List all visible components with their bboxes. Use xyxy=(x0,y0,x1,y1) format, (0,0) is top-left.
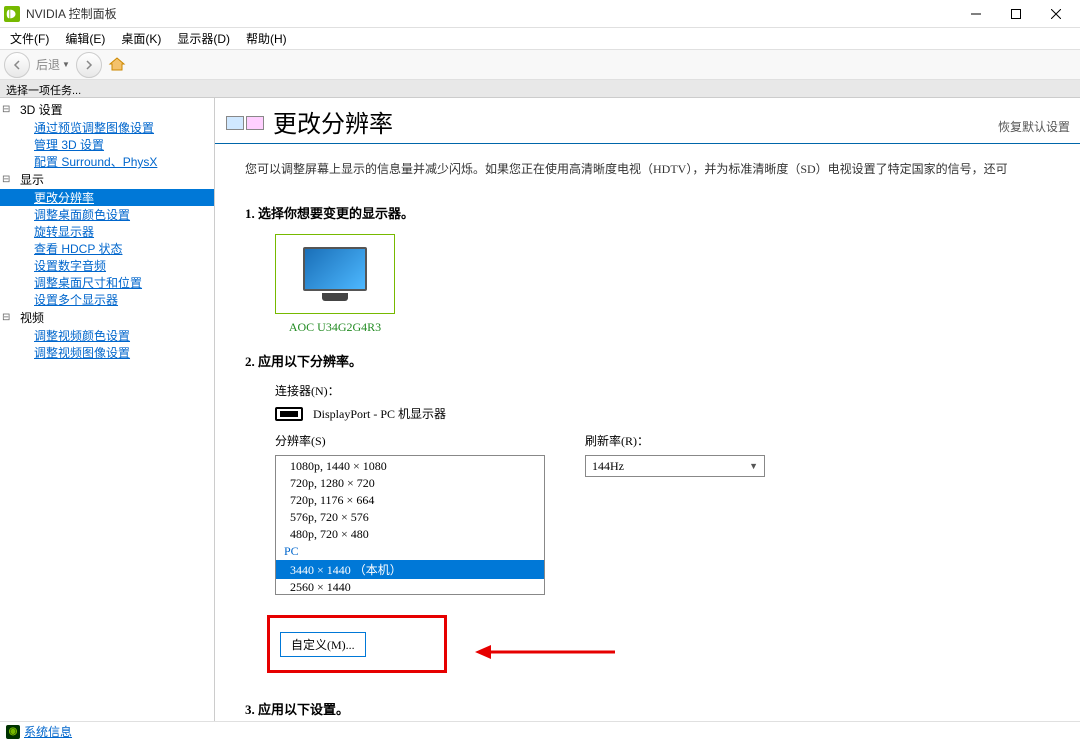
resolution-item[interactable]: 2560 × 1440 xyxy=(276,579,544,595)
task-header: 选择一项任务... xyxy=(0,80,1080,98)
resolution-item[interactable]: 720p, 1176 × 664 xyxy=(276,492,544,509)
tree-group-label: 显示 xyxy=(20,171,44,188)
annotation-highlight-box: 自定义(M)... xyxy=(267,615,447,673)
window-title: NVIDIA 控制面板 xyxy=(26,5,956,22)
close-button[interactable] xyxy=(1036,1,1076,27)
resolution-category: PC xyxy=(276,543,544,560)
sidebar-item-hdcp-status[interactable]: 查看 HDCP 状态 xyxy=(0,240,214,257)
resolution-item[interactable]: 1080p, 1440 × 1080 xyxy=(276,458,544,475)
resolution-item-selected[interactable]: 3440 × 1440 （本机） xyxy=(276,560,544,579)
connector-value: DisplayPort - PC 机显示器 xyxy=(313,405,446,422)
expand-toggle-icon[interactable]: ⊟ xyxy=(2,104,12,115)
page-header-icon xyxy=(225,107,265,139)
step2-title: 2. 应用以下分辨率。 xyxy=(245,351,1060,370)
tree-group-video[interactable]: ⊟ 视频 xyxy=(0,308,214,327)
sidebar-item-video-color[interactable]: 调整视频颜色设置 xyxy=(0,327,214,344)
page-header: 更改分辨率 恢复默认设置 xyxy=(215,98,1080,144)
expand-toggle-icon[interactable]: ⊟ xyxy=(2,174,12,185)
restore-defaults-link[interactable]: 恢复默认设置 xyxy=(998,118,1070,139)
menu-help[interactable]: 帮助(H) xyxy=(238,28,295,49)
sidebar-item-multi-display[interactable]: 设置多个显示器 xyxy=(0,291,214,308)
refresh-rate-select[interactable]: 144Hz ▼ xyxy=(585,455,765,477)
resolution-item[interactable]: 480p, 720 × 480 xyxy=(276,526,544,543)
statusbar: ◉ 系统信息 xyxy=(0,721,1080,741)
chevron-down-icon: ▼ xyxy=(749,461,758,471)
monitor-selector[interactable] xyxy=(275,234,395,314)
sidebar-item-desktop-size[interactable]: 调整桌面尺寸和位置 xyxy=(0,274,214,291)
step1-title: 1. 选择你想要变更的显示器。 xyxy=(245,203,1060,222)
connector-label: 连接器(N)： xyxy=(275,382,1060,399)
resolution-item[interactable]: 576p, 720 × 576 xyxy=(276,509,544,526)
resolution-label: 分辨率(S) xyxy=(275,432,545,449)
menu-desktop[interactable]: 桌面(K) xyxy=(113,28,169,49)
sidebar-item-digital-audio[interactable]: 设置数字音频 xyxy=(0,257,214,274)
back-label: 后退 xyxy=(36,56,60,73)
menu-edit[interactable]: 编辑(E) xyxy=(57,28,113,49)
annotation-arrow-icon xyxy=(475,639,615,665)
nvidia-logo-icon xyxy=(4,6,20,22)
page-title: 更改分辨率 xyxy=(273,104,998,139)
content-area: 更改分辨率 恢复默认设置 您可以调整屏幕上显示的信息量并减少闪烁。如果您正在使用… xyxy=(215,98,1080,721)
tree-group-label: 视频 xyxy=(20,309,44,326)
step3-title: 3. 应用以下设置。 xyxy=(245,699,1060,718)
home-button[interactable] xyxy=(104,52,130,78)
back-dropdown-icon[interactable]: ▼ xyxy=(62,60,70,69)
sidebar-item-change-resolution[interactable]: 更改分辨率 xyxy=(0,189,214,206)
menu-display[interactable]: 显示器(D) xyxy=(169,28,238,49)
sidebar-item-video-image[interactable]: 调整视频图像设置 xyxy=(0,344,214,361)
forward-button[interactable] xyxy=(76,52,102,78)
system-info-link[interactable]: 系统信息 xyxy=(24,723,72,740)
titlebar: NVIDIA 控制面板 xyxy=(0,0,1080,28)
tree-group-display[interactable]: ⊟ 显示 xyxy=(0,170,214,189)
menubar: 文件(F) 编辑(E) 桌面(K) 显示器(D) 帮助(H) xyxy=(0,28,1080,50)
sidebar-item-surround-physx[interactable]: 配置 Surround、PhysX xyxy=(0,153,214,170)
sidebar-item-desktop-color[interactable]: 调整桌面颜色设置 xyxy=(0,206,214,223)
resolution-listbox[interactable]: 1080p, 1440 × 1080 720p, 1280 × 720 720p… xyxy=(275,455,545,595)
sidebar: ⊟ 3D 设置 通过预览调整图像设置 管理 3D 设置 配置 Surround、… xyxy=(0,98,215,721)
back-button[interactable]: 后退 xyxy=(4,52,60,78)
refresh-rate-value: 144Hz xyxy=(592,459,624,474)
info-icon: ◉ xyxy=(6,725,20,739)
monitor-name-label: AOC U34G2G4R3 xyxy=(275,320,395,335)
sidebar-item-rotate-display[interactable]: 旋转显示器 xyxy=(0,223,214,240)
toolbar: 后退 ▼ xyxy=(0,50,1080,80)
refresh-rate-label: 刷新率(R)： xyxy=(585,432,765,449)
minimize-button[interactable] xyxy=(956,1,996,27)
monitor-icon xyxy=(303,247,367,291)
customize-button[interactable]: 自定义(M)... xyxy=(280,632,366,657)
expand-toggle-icon[interactable]: ⊟ xyxy=(2,312,12,323)
resolution-item[interactable]: 720p, 1280 × 720 xyxy=(276,475,544,492)
menu-file[interactable]: 文件(F) xyxy=(2,28,57,49)
sidebar-item-manage-3d[interactable]: 管理 3D 设置 xyxy=(0,136,214,153)
tree-group-label: 3D 设置 xyxy=(20,101,63,118)
sidebar-item-preview-image[interactable]: 通过预览调整图像设置 xyxy=(0,119,214,136)
tree-group-3d[interactable]: ⊟ 3D 设置 xyxy=(0,100,214,119)
page-description: 您可以调整屏幕上显示的信息量并减少闪烁。如果您正在使用高清晰度电视（HDTV），… xyxy=(215,144,1080,187)
displayport-icon xyxy=(275,407,303,421)
maximize-button[interactable] xyxy=(996,1,1036,27)
